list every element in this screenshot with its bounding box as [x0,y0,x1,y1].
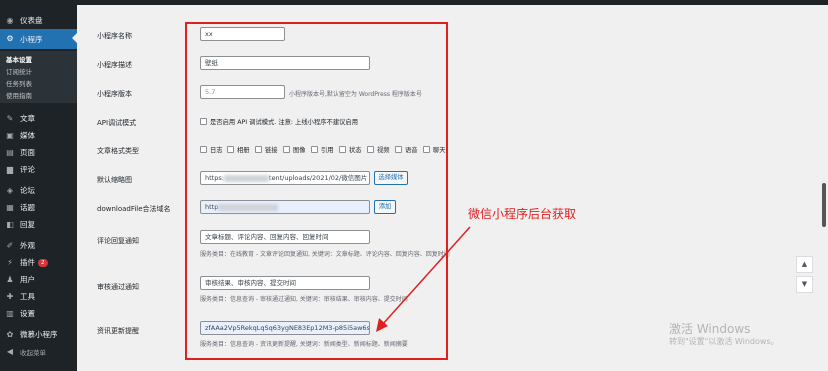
annotation-text: 微信小程序后台获取 [468,207,577,221]
annotation-arrow [376,226,471,332]
scroll-down-button[interactable]: ▼ [796,276,813,293]
activation-watermark-title: 激活 Windows [669,322,751,336]
activation-watermark-subtitle: 转到"设置"以激活 Windows。 [669,337,779,346]
page-scrollbar[interactable] [820,5,828,371]
scroll-up-button[interactable]: ▲ [796,256,813,273]
scrollbar-thumb[interactable] [822,183,826,227]
arrow-line [381,226,471,326]
